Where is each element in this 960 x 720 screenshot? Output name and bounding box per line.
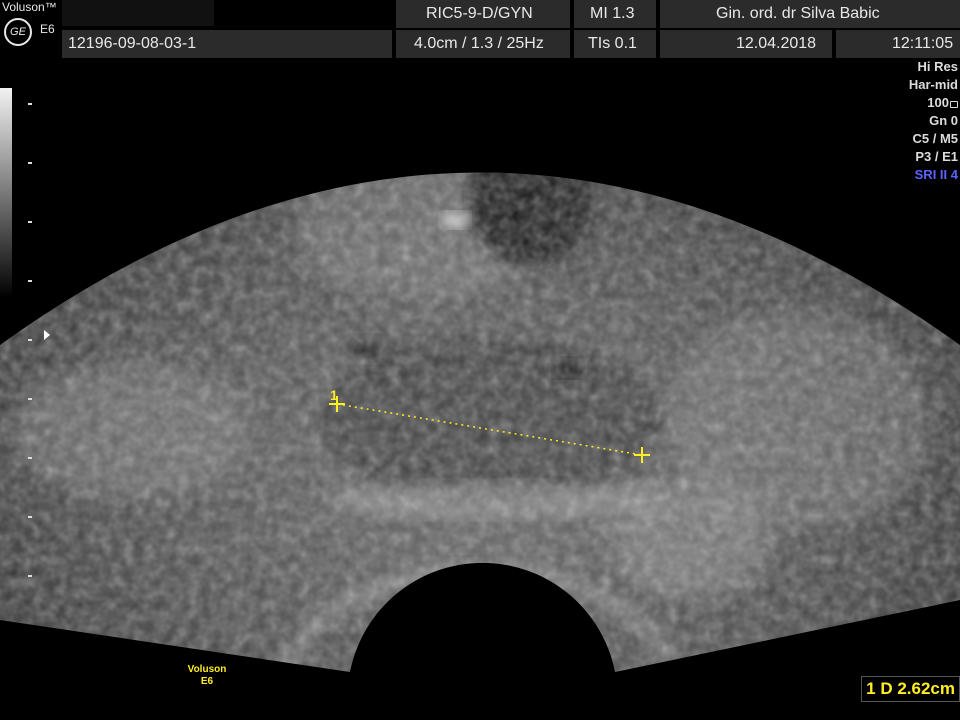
date-cell: 12.04.2018 xyxy=(660,30,832,58)
depth-tick xyxy=(28,575,32,577)
ge-logo-icon: GE xyxy=(4,18,32,46)
model-label: E6 xyxy=(40,22,55,36)
focus-arrow-icon xyxy=(44,330,50,340)
depth-tick xyxy=(28,103,32,105)
grayscale-bar xyxy=(0,88,12,298)
depth-tick xyxy=(28,398,32,400)
footer-brand: Voluson E6 xyxy=(180,664,234,688)
depth-tick xyxy=(28,457,32,459)
settings-panel: Hi Res Har-mid 100 Gn 0 C5 / M5 P3 / E1 … xyxy=(909,58,958,184)
depth-tick xyxy=(28,162,32,164)
ultrasound-image xyxy=(0,172,960,672)
cm-setting: C5 / M5 xyxy=(912,131,958,146)
patient-name-redacted xyxy=(62,0,214,26)
depth-tick xyxy=(28,280,32,282)
resolution-setting: Hi Res xyxy=(917,59,958,74)
date-label: 12.04.2018 xyxy=(736,35,817,52)
probe-label: RIC5-9-D/GYN xyxy=(426,5,533,22)
tis-cell: TIs 0.1 xyxy=(574,30,656,58)
harmonic-setting: Har-mid xyxy=(908,77,958,92)
patient-id: 12196-09-08-03-1 xyxy=(68,35,197,52)
tis-value: TIs 0.1 xyxy=(588,35,637,52)
gain-setting: Gn 0 xyxy=(929,113,958,128)
pe-setting: P3 / E1 xyxy=(915,149,958,164)
institution-label: Gin. ord. dr Silva Babic xyxy=(716,5,880,22)
power-value: 100 xyxy=(927,95,949,110)
depth-tick xyxy=(28,339,32,341)
probe-cell: RIC5-9-D/GYN xyxy=(396,0,570,28)
institution-cell: Gin. ord. dr Silva Babic xyxy=(660,0,960,28)
footer-brand-line2: E6 xyxy=(200,676,214,687)
time-cell: 12:11:05 xyxy=(836,30,960,58)
mi-cell: MI 1.3 xyxy=(574,0,656,28)
time-label: 12:11:05 xyxy=(892,35,954,52)
caliper-label: 1 xyxy=(330,387,338,403)
depth-info: 4.0cm / 1.3 / 25Hz xyxy=(414,35,544,52)
measurement-result: 1 D 2.62cm xyxy=(861,676,960,702)
brand-label: Voluson™ xyxy=(2,0,57,14)
patient-id-cell: 12196-09-08-03-1 xyxy=(62,30,392,58)
lock-icon xyxy=(950,101,958,108)
depth-tick xyxy=(28,516,32,518)
header-bar: Voluson™ GE E6 12196-09-08-03-1 RIC5-9-D… xyxy=(0,0,960,58)
depth-cell: 4.0cm / 1.3 / 25Hz xyxy=(396,30,570,58)
sri-setting: SRI II 4 xyxy=(914,167,958,182)
footer-brand-line1: Voluson xyxy=(187,664,227,675)
depth-tick xyxy=(28,221,32,223)
mi-value: MI 1.3 xyxy=(590,5,635,22)
power-setting: 100 xyxy=(909,94,958,112)
